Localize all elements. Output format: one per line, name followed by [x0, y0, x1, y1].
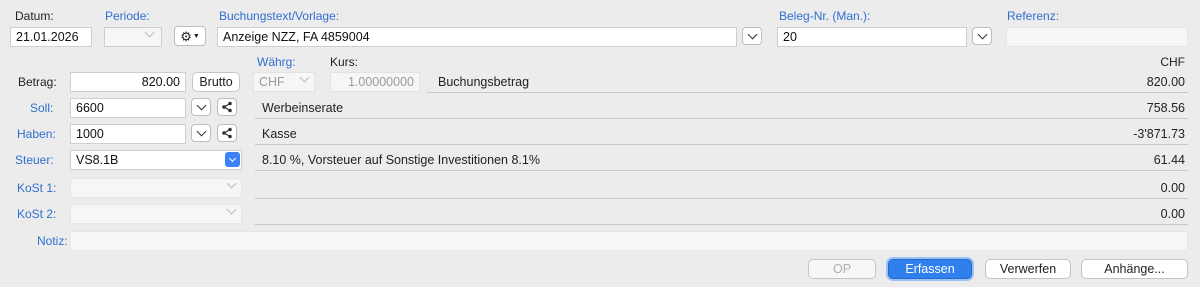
- row-divider: [255, 224, 1188, 225]
- anhaenge-button[interactable]: Anhänge...: [1081, 259, 1188, 279]
- chevron-down-icon: [226, 205, 237, 215]
- row-text: Werbeinserate: [262, 101, 344, 115]
- chf-column-header: CHF: [1160, 55, 1185, 69]
- haben-dropdown-button[interactable]: [191, 124, 211, 142]
- betrag-field[interactable]: 820.00: [70, 72, 186, 92]
- row-value: 0.00: [1160, 181, 1185, 195]
- small-chevron-down-icon: ▼: [192, 32, 200, 40]
- betrag-label: Betrag:: [18, 75, 57, 89]
- row-value: 0.00: [1160, 207, 1185, 221]
- row-text: Kasse: [262, 127, 297, 141]
- steuer-dropdown-button[interactable]: [225, 152, 240, 167]
- soll-dropdown-button[interactable]: [191, 98, 211, 116]
- buchungstext-field[interactable]: Anzeige NZZ, FA 4859004: [217, 27, 737, 47]
- row-divider: [255, 198, 1188, 199]
- kost2-label: KoSt 2:: [17, 207, 57, 221]
- kost2-select[interactable]: [70, 204, 242, 224]
- chevron-down-icon: [196, 100, 206, 111]
- referenz-field[interactable]: [1006, 27, 1188, 47]
- row-value: -3'871.73: [1133, 127, 1185, 141]
- periode-select[interactable]: [104, 27, 162, 47]
- verwerfen-button[interactable]: Verwerfen: [985, 259, 1071, 279]
- waehrg-label: Währg:: [257, 55, 296, 69]
- chevron-down-icon: [144, 28, 155, 38]
- chevron-down-icon: [977, 29, 987, 40]
- buchungstext-label: Buchungstext/Vorlage:: [219, 9, 340, 23]
- gear-menu-button[interactable]: ⚙ ▼: [174, 26, 206, 46]
- referenz-label: Referenz:: [1007, 9, 1060, 23]
- datum-label: Datum:: [15, 9, 54, 23]
- steuer-select[interactable]: VS8.1B: [70, 150, 242, 170]
- haben-field[interactable]: 1000: [70, 124, 186, 144]
- row-divider: [255, 170, 1188, 171]
- row-value: 758.56: [1146, 101, 1185, 115]
- chevron-down-icon: [747, 29, 757, 40]
- datum-field[interactable]: 21.01.2026: [10, 27, 92, 47]
- buchungstext-dropdown-button[interactable]: [742, 27, 762, 45]
- beleg-field[interactable]: 20: [777, 27, 967, 47]
- kost1-label: KoSt 1:: [17, 181, 57, 195]
- chevron-down-icon: [228, 154, 237, 162]
- waehrg-value: CHF: [259, 75, 285, 89]
- row-divider: [255, 144, 1188, 145]
- row-text: 8.10 %, Vorsteuer auf Sonstige Investiti…: [262, 153, 540, 167]
- chevron-down-icon: [196, 126, 206, 137]
- row-divider: [427, 92, 1188, 93]
- row-value: 820.00: [1146, 75, 1185, 89]
- row-divider: [255, 118, 1188, 119]
- soll-label: Soll:: [30, 101, 54, 115]
- haben-share-button[interactable]: [217, 124, 237, 142]
- kurs-label: Kurs:: [330, 55, 359, 69]
- notiz-field[interactable]: [70, 231, 1188, 251]
- op-button[interactable]: OP: [808, 259, 876, 279]
- haben-label: Haben:: [17, 127, 56, 141]
- beleg-label: Beleg-Nr. (Man.):: [779, 9, 871, 23]
- steuer-label: Steuer:: [15, 153, 54, 167]
- kurs-field[interactable]: 1.00000000: [330, 72, 420, 92]
- steuer-value: VS8.1B: [76, 153, 119, 167]
- chevron-down-icon: [299, 73, 310, 83]
- waehrg-select[interactable]: CHF: [253, 72, 315, 92]
- chevron-down-icon: [226, 179, 237, 189]
- row-text: Buchungsbetrag: [438, 75, 530, 89]
- kost1-select[interactable]: [70, 178, 242, 198]
- soll-share-button[interactable]: [217, 98, 237, 116]
- beleg-dropdown-button[interactable]: [972, 27, 992, 45]
- soll-field[interactable]: 6600: [70, 98, 186, 118]
- brutto-button[interactable]: Brutto: [192, 72, 240, 92]
- gear-icon: ⚙: [180, 28, 192, 44]
- share-icon: [222, 101, 232, 113]
- periode-label: Periode:: [105, 9, 150, 23]
- notiz-label: Notiz:: [37, 234, 68, 248]
- row-value: 61.44: [1153, 153, 1185, 167]
- erfassen-button[interactable]: Erfassen: [888, 259, 972, 279]
- share-icon: [222, 127, 232, 139]
